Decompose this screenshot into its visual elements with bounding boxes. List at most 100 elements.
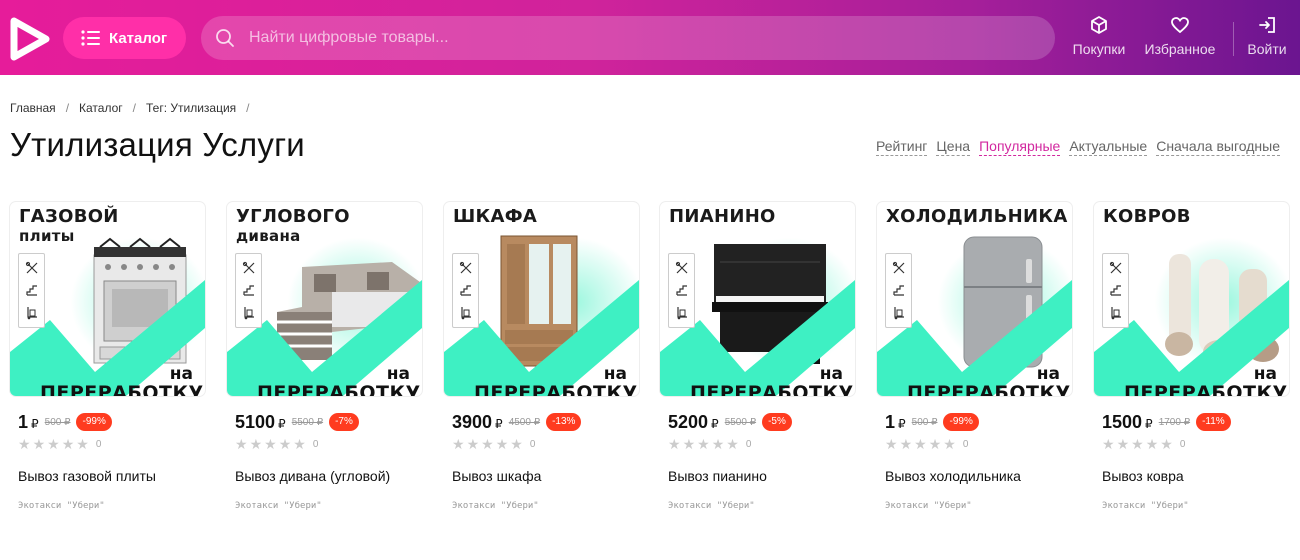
product-name[interactable]: Вывоз ковра [1102, 468, 1290, 484]
seller-name[interactable]: Экотакси "Убери" [18, 501, 206, 511]
rating: ★ ★ ★ ★ ★ 0 [235, 436, 423, 452]
search-input[interactable] [249, 16, 1055, 60]
price-row: 1 ₽500 ₽ -99% [18, 410, 206, 434]
seller-name[interactable]: Экотакси "Убери" [885, 501, 1073, 511]
banner-title: ГАЗОВОЙ плиты [19, 206, 119, 245]
price: 5100 ₽ [235, 412, 286, 433]
discount-badge: -7% [329, 413, 359, 431]
star-icon: ★ [452, 436, 465, 452]
seller-name[interactable]: Экотакси "Убери" [668, 501, 856, 511]
service-icons [452, 253, 479, 328]
catalog-button[interactable]: Каталог [63, 17, 186, 59]
old-price: 500 ₽ [44, 416, 71, 428]
search-bar[interactable] [201, 16, 1055, 60]
banner-na: на [1036, 364, 1060, 384]
product-card[interactable]: КОВРОВ на ПЕРЕРАБОТКУ 1500 ₽1700 ₽ -11% ★ ★ ★ ★ ★ 0… [1094, 202, 1290, 511]
price: 1 ₽ [885, 412, 906, 433]
star-icon: ★ [264, 436, 277, 452]
price-row: 5100 ₽5500 ₽ -7% [235, 410, 423, 434]
star-icon: ★ [47, 436, 60, 452]
star-icon: ★ [726, 436, 739, 452]
catalog-label: Каталог [109, 29, 168, 47]
star-icon: ★ [510, 436, 523, 452]
price-row: 1 ₽500 ₽ -99% [885, 410, 1073, 434]
product-image[interactable]: ПИАНИНО на ПЕРЕРАБОТКУ [660, 202, 855, 396]
product-name[interactable]: Вывоз пианино [668, 468, 856, 484]
rating: ★ ★ ★ ★ ★ 0 [668, 436, 856, 452]
breadcrumb-home[interactable]: Главная [10, 101, 56, 115]
star-icon: ★ [914, 436, 927, 452]
purchases-label: Покупки [1072, 41, 1126, 57]
banner-bottom: ПЕРЕРАБОТКУ [1124, 382, 1288, 396]
sort-popular[interactable]: Популярные [979, 138, 1061, 156]
product-image[interactable]: ХОЛОДИЛЬНИКА на ПЕРЕРАБОТКУ [877, 202, 1072, 396]
breadcrumb-catalog[interactable]: Каталог [79, 101, 123, 115]
rating-count: 0 [962, 438, 969, 450]
product-card[interactable]: ГАЗОВОЙ плиты на ПЕРЕРАБОТКУ 1 ₽500 ₽ -99% ★ ★ ★ ★… [10, 202, 206, 511]
stairs-icon [675, 285, 687, 297]
product-card[interactable]: УГЛОВОГО дивана на ПЕРЕРАБОТКУ 5100 ₽5500 ₽ -7… [227, 202, 423, 511]
product-image[interactable]: ШКАФА на ПЕРЕРАБОТКУ [444, 202, 639, 396]
old-price: 500 ₽ [911, 416, 938, 428]
product-image[interactable]: УГЛОВОГО дивана на ПЕРЕРАБОТКУ [227, 202, 422, 396]
banner-top: ПИАНИНО [669, 206, 776, 227]
banner-bottom: ПЕРЕРАБОТКУ [907, 382, 1071, 396]
product-card[interactable]: ШКАФА на ПЕРЕРАБОТКУ 3900 ₽4500 ₽ -13% ★ ★ ★ ★ ★ 0 В… [444, 202, 640, 511]
banner-title: ШКАФА [453, 206, 537, 227]
product-image[interactable]: КОВРОВ на ПЕРЕРАБОТКУ [1094, 202, 1289, 396]
banner-title: УГЛОВОГО дивана [236, 206, 350, 245]
rating: ★ ★ ★ ★ ★ 0 [885, 436, 1073, 452]
banner-top: ШКАФА [453, 206, 538, 227]
rating-count: 0 [745, 438, 752, 450]
purchases-button[interactable]: Покупки [1070, 15, 1128, 57]
seller-name[interactable]: Экотакси "Убери" [235, 501, 423, 511]
seller-name[interactable]: Экотакси "Убери" [1102, 501, 1290, 511]
banner-na: на [169, 364, 193, 384]
favorites-label: Избранное [1144, 41, 1216, 57]
banner-bottom: ПЕРЕРАБОТКУ [40, 382, 204, 396]
price: 1 ₽ [18, 412, 39, 433]
sort-best-value[interactable]: Сначала выгодные [1156, 138, 1280, 156]
rating: ★ ★ ★ ★ ★ 0 [18, 436, 206, 452]
price-value: 1 [18, 411, 29, 432]
old-price: 1700 ₽ [1158, 416, 1191, 428]
product-card[interactable]: ХОЛОДИЛЬНИКА на ПЕРЕРАБОТКУ 1 ₽500 ₽ -99% ★ ★ ★ ★… [877, 202, 1073, 511]
sort-actual[interactable]: Актуальные [1069, 138, 1148, 156]
stairs-icon [25, 285, 37, 297]
product-name[interactable]: Вывоз шкафа [452, 468, 640, 484]
currency: ₽ [495, 416, 503, 431]
banner-na: на [1253, 364, 1277, 384]
rating-count: 0 [95, 438, 102, 450]
product-image[interactable]: ГАЗОВОЙ плиты на ПЕРЕРАБОТКУ [10, 202, 205, 396]
price-value: 5100 [235, 411, 276, 432]
sort-rating[interactable]: Рейтинг [876, 138, 928, 156]
stairs-icon [1109, 285, 1121, 297]
header-divider [1233, 22, 1234, 56]
price-value: 1500 [1102, 411, 1143, 432]
sort-price[interactable]: Цена [936, 138, 971, 156]
logo-play-icon[interactable] [10, 17, 50, 61]
breadcrumb-tag[interactable]: Тег: Утилизация [146, 101, 236, 115]
product-name[interactable]: Вывоз холодильника [885, 468, 1073, 484]
rating-count: 0 [529, 438, 536, 450]
currency: ₽ [31, 416, 39, 431]
currency: ₽ [278, 416, 286, 431]
service-icons [235, 253, 262, 328]
discount-badge: -5% [762, 413, 792, 431]
product-name[interactable]: Вывоз газовой плиты [18, 468, 206, 484]
star-icon: ★ [697, 436, 710, 452]
discount-badge: -99% [76, 413, 112, 431]
banner-title: ХОЛОДИЛЬНИКА [886, 206, 1068, 227]
banner-sub: дивана [236, 227, 301, 245]
list-icon [81, 30, 100, 46]
seller-name[interactable]: Экотакси "Убери" [452, 501, 640, 511]
breadcrumb-separator: / [65, 101, 70, 115]
tools-icon [459, 262, 471, 274]
tools-icon [25, 262, 37, 274]
favorites-button[interactable]: Избранное [1141, 15, 1219, 57]
login-button[interactable]: Войти [1244, 15, 1290, 57]
star-icon: ★ [1145, 436, 1159, 452]
price-value: 5200 [668, 411, 709, 432]
product-card[interactable]: ПИАНИНО на ПЕРЕРАБОТКУ 5200 ₽5500 ₽ -5% ★ ★ ★ ★ ★ 0… [660, 202, 856, 511]
product-name[interactable]: Вывоз дивана (угловой) [235, 468, 423, 484]
